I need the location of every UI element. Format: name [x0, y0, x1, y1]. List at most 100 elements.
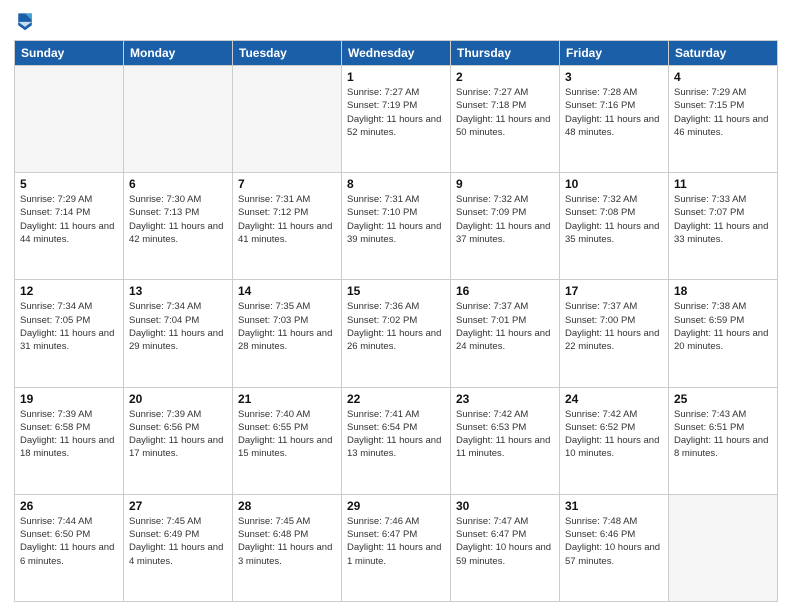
day-number: 6	[129, 177, 227, 191]
day-number: 12	[20, 284, 118, 298]
calendar-cell	[233, 66, 342, 173]
day-number: 10	[565, 177, 663, 191]
day-info: Sunrise: 7:43 AMSunset: 6:51 PMDaylight:…	[674, 408, 772, 461]
calendar-cell: 13 Sunrise: 7:34 AMSunset: 7:04 PMDayligh…	[124, 280, 233, 387]
day-info: Sunrise: 7:31 AMSunset: 7:12 PMDaylight:…	[238, 193, 336, 246]
day-info: Sunrise: 7:35 AMSunset: 7:03 PMDaylight:…	[238, 300, 336, 353]
calendar-cell: 15 Sunrise: 7:36 AMSunset: 7:02 PMDayligh…	[342, 280, 451, 387]
day-number: 15	[347, 284, 445, 298]
calendar-cell: 30 Sunrise: 7:47 AMSunset: 6:47 PMDayligh…	[451, 494, 560, 601]
calendar-cell: 26 Sunrise: 7:44 AMSunset: 6:50 PMDayligh…	[15, 494, 124, 601]
day-number: 2	[456, 70, 554, 84]
weekday-header-row: SundayMondayTuesdayWednesdayThursdayFrid…	[15, 41, 778, 66]
day-info: Sunrise: 7:45 AMSunset: 6:49 PMDaylight:…	[129, 515, 227, 568]
calendar-cell: 10 Sunrise: 7:32 AMSunset: 7:08 PMDayligh…	[560, 173, 669, 280]
day-number: 5	[20, 177, 118, 191]
day-info: Sunrise: 7:29 AMSunset: 7:14 PMDaylight:…	[20, 193, 118, 246]
calendar-week-4: 26 Sunrise: 7:44 AMSunset: 6:50 PMDayligh…	[15, 494, 778, 601]
day-info: Sunrise: 7:41 AMSunset: 6:54 PMDaylight:…	[347, 408, 445, 461]
page: SundayMondayTuesdayWednesdayThursdayFrid…	[0, 0, 792, 612]
calendar-week-3: 19 Sunrise: 7:39 AMSunset: 6:58 PMDayligh…	[15, 387, 778, 494]
day-info: Sunrise: 7:32 AMSunset: 7:09 PMDaylight:…	[456, 193, 554, 246]
day-info: Sunrise: 7:44 AMSunset: 6:50 PMDaylight:…	[20, 515, 118, 568]
calendar-cell: 28Sunrise: 7:45 AMSunset: 6:48 PMDayligh…	[233, 494, 342, 601]
day-info: Sunrise: 7:39 AMSunset: 6:56 PMDaylight:…	[129, 408, 227, 461]
calendar-week-0: 1Sunrise: 7:27 AMSunset: 7:19 PMDaylight…	[15, 66, 778, 173]
weekday-header-wednesday: Wednesday	[342, 41, 451, 66]
calendar-cell: 23 Sunrise: 7:42 AMSunset: 6:53 PMDayligh…	[451, 387, 560, 494]
day-info: Sunrise: 7:45 AMSunset: 6:48 PMDaylight:…	[238, 515, 336, 568]
calendar-cell: 17Sunrise: 7:37 AMSunset: 7:00 PMDayligh…	[560, 280, 669, 387]
calendar-cell: 14 Sunrise: 7:35 AMSunset: 7:03 PMDayligh…	[233, 280, 342, 387]
calendar-cell: 12Sunrise: 7:34 AMSunset: 7:05 PMDayligh…	[15, 280, 124, 387]
day-info: Sunrise: 7:48 AMSunset: 6:46 PMDaylight:…	[565, 515, 663, 568]
calendar-cell: 31 Sunrise: 7:48 AMSunset: 6:46 PMDayligh…	[560, 494, 669, 601]
calendar-cell: 25Sunrise: 7:43 AMSunset: 6:51 PMDayligh…	[669, 387, 778, 494]
day-info: Sunrise: 7:39 AMSunset: 6:58 PMDaylight:…	[20, 408, 118, 461]
day-number: 4	[674, 70, 772, 84]
calendar-cell: 21Sunrise: 7:40 AMSunset: 6:55 PMDayligh…	[233, 387, 342, 494]
logo	[14, 10, 36, 32]
calendar-cell: 11 Sunrise: 7:33 AMSunset: 7:07 PMDayligh…	[669, 173, 778, 280]
day-info: Sunrise: 7:27 AMSunset: 7:19 PMDaylight:…	[347, 86, 445, 139]
calendar-cell: 2 Sunrise: 7:27 AMSunset: 7:18 PMDaylight…	[451, 66, 560, 173]
weekday-header-thursday: Thursday	[451, 41, 560, 66]
calendar-cell: 5 Sunrise: 7:29 AMSunset: 7:14 PMDaylight…	[15, 173, 124, 280]
calendar-cell: 16Sunrise: 7:37 AMSunset: 7:01 PMDayligh…	[451, 280, 560, 387]
day-info: Sunrise: 7:33 AMSunset: 7:07 PMDaylight:…	[674, 193, 772, 246]
calendar-cell: 4 Sunrise: 7:29 AMSunset: 7:15 PMDaylight…	[669, 66, 778, 173]
day-number: 23	[456, 392, 554, 406]
calendar-cell: 6Sunrise: 7:30 AMSunset: 7:13 PMDaylight…	[124, 173, 233, 280]
day-info: Sunrise: 7:40 AMSunset: 6:55 PMDaylight:…	[238, 408, 336, 461]
day-info: Sunrise: 7:42 AMSunset: 6:53 PMDaylight:…	[456, 408, 554, 461]
weekday-header-saturday: Saturday	[669, 41, 778, 66]
day-info: Sunrise: 7:32 AMSunset: 7:08 PMDaylight:…	[565, 193, 663, 246]
calendar-cell: 3 Sunrise: 7:28 AMSunset: 7:16 PMDaylight…	[560, 66, 669, 173]
weekday-header-monday: Monday	[124, 41, 233, 66]
calendar-week-2: 12Sunrise: 7:34 AMSunset: 7:05 PMDayligh…	[15, 280, 778, 387]
day-info: Sunrise: 7:28 AMSunset: 7:16 PMDaylight:…	[565, 86, 663, 139]
day-info: Sunrise: 7:47 AMSunset: 6:47 PMDaylight:…	[456, 515, 554, 568]
day-number: 8	[347, 177, 445, 191]
day-number: 13	[129, 284, 227, 298]
day-number: 18	[674, 284, 772, 298]
day-number: 27	[129, 499, 227, 513]
day-info: Sunrise: 7:36 AMSunset: 7:02 PMDaylight:…	[347, 300, 445, 353]
day-number: 14	[238, 284, 336, 298]
day-number: 31	[565, 499, 663, 513]
day-info: Sunrise: 7:29 AMSunset: 7:15 PMDaylight:…	[674, 86, 772, 139]
day-info: Sunrise: 7:42 AMSunset: 6:52 PMDaylight:…	[565, 408, 663, 461]
calendar-table: SundayMondayTuesdayWednesdayThursdayFrid…	[14, 40, 778, 602]
header	[14, 10, 778, 32]
calendar-cell	[15, 66, 124, 173]
calendar-cell: 24Sunrise: 7:42 AMSunset: 6:52 PMDayligh…	[560, 387, 669, 494]
day-number: 29	[347, 499, 445, 513]
day-info: Sunrise: 7:46 AMSunset: 6:47 PMDaylight:…	[347, 515, 445, 568]
calendar-cell	[124, 66, 233, 173]
day-number: 26	[20, 499, 118, 513]
day-info: Sunrise: 7:37 AMSunset: 7:00 PMDaylight:…	[565, 300, 663, 353]
calendar-cell	[669, 494, 778, 601]
day-number: 3	[565, 70, 663, 84]
calendar-cell: 7Sunrise: 7:31 AMSunset: 7:12 PMDaylight…	[233, 173, 342, 280]
calendar-cell: 1Sunrise: 7:27 AMSunset: 7:19 PMDaylight…	[342, 66, 451, 173]
calendar-cell: 29 Sunrise: 7:46 AMSunset: 6:47 PMDayligh…	[342, 494, 451, 601]
weekday-header-sunday: Sunday	[15, 41, 124, 66]
day-number: 16	[456, 284, 554, 298]
calendar-week-1: 5 Sunrise: 7:29 AMSunset: 7:14 PMDaylight…	[15, 173, 778, 280]
day-number: 11	[674, 177, 772, 191]
day-number: 30	[456, 499, 554, 513]
day-info: Sunrise: 7:34 AMSunset: 7:04 PMDaylight:…	[129, 300, 227, 353]
calendar-cell: 18 Sunrise: 7:38 AMSunset: 6:59 PMDayligh…	[669, 280, 778, 387]
calendar-cell: 20Sunrise: 7:39 AMSunset: 6:56 PMDayligh…	[124, 387, 233, 494]
calendar-cell: 8 Sunrise: 7:31 AMSunset: 7:10 PMDaylight…	[342, 173, 451, 280]
weekday-header-friday: Friday	[560, 41, 669, 66]
day-number: 19	[20, 392, 118, 406]
calendar-cell: 27 Sunrise: 7:45 AMSunset: 6:49 PMDayligh…	[124, 494, 233, 601]
day-info: Sunrise: 7:31 AMSunset: 7:10 PMDaylight:…	[347, 193, 445, 246]
day-info: Sunrise: 7:27 AMSunset: 7:18 PMDaylight:…	[456, 86, 554, 139]
day-number: 22	[347, 392, 445, 406]
calendar-cell: 9Sunrise: 7:32 AMSunset: 7:09 PMDaylight…	[451, 173, 560, 280]
day-info: Sunrise: 7:38 AMSunset: 6:59 PMDaylight:…	[674, 300, 772, 353]
calendar-cell: 22 Sunrise: 7:41 AMSunset: 6:54 PMDayligh…	[342, 387, 451, 494]
